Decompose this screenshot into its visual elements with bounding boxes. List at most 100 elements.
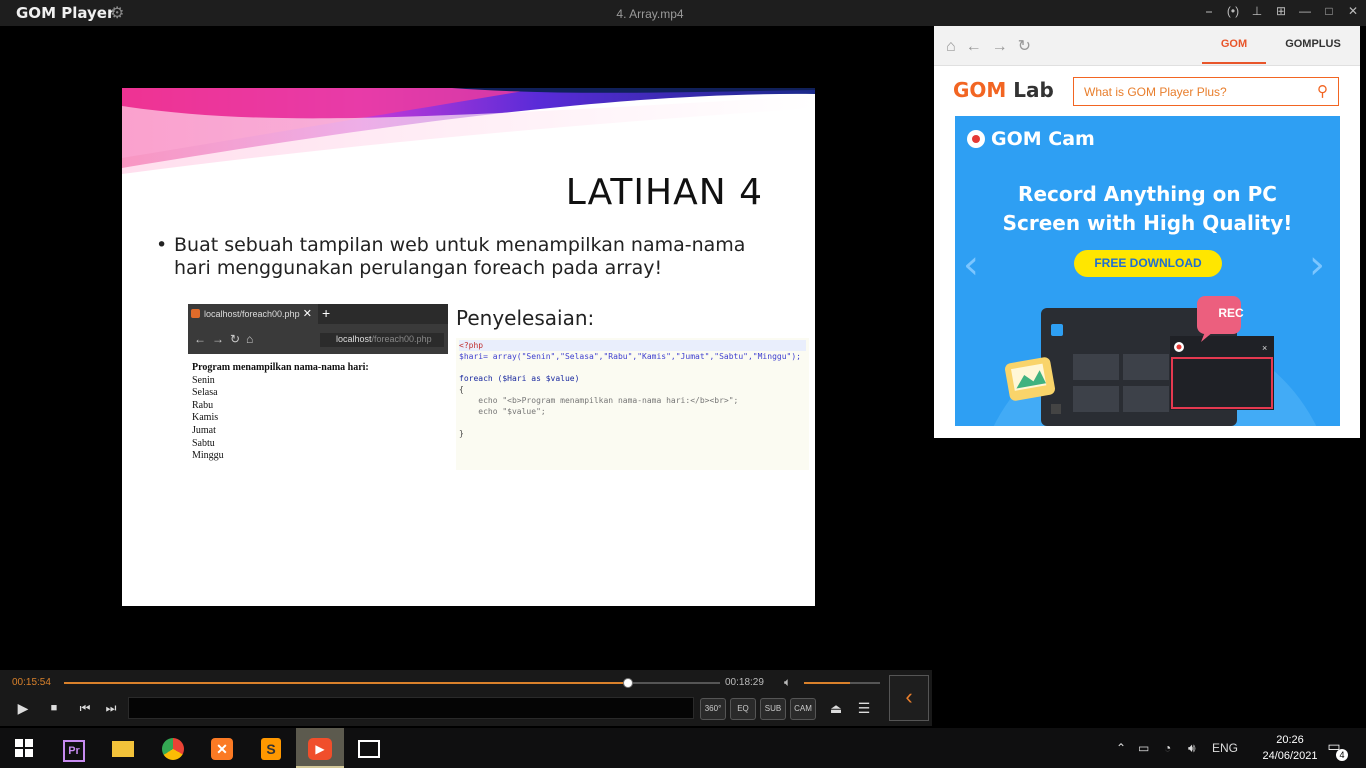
- browser-tab-label: localhost/foreach00.php: [204, 309, 300, 319]
- bullet-dot: •: [156, 234, 168, 256]
- banner-headline: Record Anything on PC Screen with High Q…: [1002, 182, 1293, 235]
- solution-label: Penyelesaian:: [456, 306, 595, 330]
- output-day: Rabu: [192, 399, 214, 411]
- menu-button[interactable]: ☰: [854, 700, 874, 717]
- maximize-button[interactable]: □: [1322, 4, 1336, 19]
- code-line: echo "<b>Program menampilkan nama-nama h…: [459, 396, 739, 405]
- wifi-icon[interactable]: ◔: [1164, 741, 1171, 755]
- record-icon: [967, 130, 985, 148]
- volume-slider[interactable]: [804, 682, 880, 684]
- new-tab-icon: +: [322, 305, 331, 321]
- svg-text:×: ×: [1262, 343, 1267, 353]
- settings-gear-icon[interactable]: ⚙: [110, 3, 124, 23]
- equalizer-button[interactable]: EQ: [730, 698, 756, 720]
- gomcam-banner[interactable]: × REC GOM Cam Record Anything on PC Scre…: [955, 116, 1340, 426]
- browser-output: Program menampilkan nama-nama hari: Seni…: [192, 362, 369, 463]
- taskbar-chrome-icon[interactable]: [157, 732, 189, 764]
- broadcast-icon[interactable]: (•): [1226, 4, 1240, 19]
- slide-bullet: • Buat sebuah tampilan web untuk menampi…: [156, 234, 774, 280]
- subtitle-button[interactable]: SUB: [760, 698, 786, 720]
- tab-close-icon: ✕: [302, 308, 312, 320]
- slide-title: LATIHAN 4: [565, 172, 763, 213]
- taskbar-file-explorer-icon[interactable]: [107, 732, 139, 764]
- free-download-button[interactable]: FREE DOWNLOAD: [1074, 250, 1222, 277]
- taskbar-photos-icon[interactable]: [353, 732, 385, 764]
- code-line: echo "$value";: [459, 407, 546, 416]
- speaker-icon[interactable]: 🔊︎: [1188, 741, 1196, 756]
- language-indicator[interactable]: ENG: [1212, 741, 1238, 755]
- app-logo[interactable]: GOM Player: [16, 4, 114, 22]
- desktop: GOM Player ⚙ 4. Array.mp4 ⎯ (•) ⊥ ⊞ — □ …: [0, 0, 1366, 768]
- side-panel-nav: ⌂←→↻ GOM GOMPLUS: [934, 26, 1360, 66]
- seek-bar-fill: [64, 682, 629, 684]
- panel-toggle-button[interactable]: ‹: [889, 675, 929, 721]
- seek-bar[interactable]: [64, 678, 720, 688]
- browser-nav-icons: ←→↻⌂: [194, 332, 260, 346]
- vr360-button[interactable]: 360°: [700, 698, 726, 720]
- slide-decoration: [122, 88, 815, 174]
- tab-gomplus[interactable]: GOMPLUS: [1278, 38, 1348, 50]
- banner-prev-arrow-icon[interactable]: ‹: [963, 242, 979, 288]
- browser-nav-icons[interactable]: ⌂←→↻: [946, 36, 1041, 56]
- browser-screenshot: localhost/foreach00.php ✕ + ←→↻⌂ localho…: [188, 304, 448, 354]
- eject-button[interactable]: ⏏: [826, 701, 846, 717]
- video-frame-slide: LATIHAN 4 • Buat sebuah tampilan web unt…: [122, 88, 815, 606]
- browser-tab: localhost/foreach00.php ✕: [188, 304, 318, 324]
- system-clock[interactable]: 20:26 24/06/2021: [1258, 732, 1322, 764]
- taskbar-sublime-icon[interactable]: S: [255, 732, 287, 764]
- minimize-button[interactable]: —: [1298, 4, 1312, 19]
- search-input[interactable]: What is GOM Player Plus? ⚲: [1073, 77, 1339, 106]
- taskbar-premiere-icon[interactable]: Pr: [58, 732, 90, 764]
- favicon-icon: [191, 309, 200, 318]
- output-day: Sabtu: [192, 437, 215, 449]
- total-time: 00:18:29: [725, 677, 764, 688]
- code-block: <?php $hari= array("Senin","Selasa","Rab…: [456, 338, 809, 470]
- start-button[interactable]: [8, 732, 40, 764]
- title-bar[interactable]: GOM Player ⚙ 4. Array.mp4 ⎯ (•) ⊥ ⊞ — □ …: [0, 0, 1366, 26]
- output-day: Senin: [192, 374, 215, 386]
- code-line: foreach ($Hari as $value): [459, 374, 580, 383]
- stop-button[interactable]: ■: [44, 702, 64, 714]
- taskbar-gom-player-icon[interactable]: ▶: [304, 732, 336, 764]
- next-button[interactable]: ⏭: [100, 701, 122, 716]
- gomcam-logo: GOM Cam: [967, 128, 1095, 150]
- banner-next-arrow-icon[interactable]: ›: [1309, 242, 1325, 288]
- slide-bullet-text: Buat sebuah tampilan web untuk menampilk…: [174, 234, 746, 279]
- taskbar-xampp-icon[interactable]: ✕: [206, 732, 238, 764]
- output-day: Kamis: [192, 412, 219, 424]
- mini-mode-icon[interactable]: ⎯: [1202, 4, 1216, 19]
- pin-icon[interactable]: ⊥: [1250, 4, 1264, 19]
- search-icon[interactable]: ⚲: [1317, 82, 1328, 100]
- browser-url: localhost/foreach00.php: [320, 333, 444, 347]
- rec-badge: REC: [1218, 306, 1244, 320]
- search-placeholder: What is GOM Player Plus?: [1084, 85, 1227, 99]
- clock-time: 20:26: [1276, 734, 1304, 746]
- side-panel: ⌂←→↻ GOM GOMPLUS GOM Lab What is GOM Pla…: [934, 26, 1360, 438]
- output-heading: Program menampilkan nama-nama hari:: [192, 362, 369, 373]
- window-title: 4. Array.mp4: [616, 7, 684, 21]
- output-day: Jumat: [192, 424, 216, 436]
- tray-chevron-icon[interactable]: ⌃: [1116, 741, 1126, 755]
- taskbar: [0, 728, 1366, 768]
- caption-area: [128, 697, 694, 719]
- close-button[interactable]: ✕: [1346, 4, 1360, 19]
- fullscreen-icon[interactable]: ⊞: [1274, 4, 1288, 19]
- clock-date: 24/06/2021: [1262, 750, 1318, 762]
- play-button[interactable]: ▶: [12, 700, 34, 717]
- battery-icon[interactable]: ▭: [1138, 741, 1149, 755]
- output-day: Minggu: [192, 450, 224, 462]
- window-controls: ⎯ (•) ⊥ ⊞ — □ ✕: [1202, 4, 1360, 19]
- screenshot-button[interactable]: CAM: [790, 698, 816, 720]
- gomlab-logo[interactable]: GOM Lab: [953, 78, 1054, 102]
- code-line: <?php: [459, 340, 806, 351]
- previous-button[interactable]: ⏮: [74, 701, 96, 716]
- volume-icon[interactable]: 🔈︎: [784, 675, 791, 690]
- volume-fill: [804, 682, 850, 684]
- tab-gom[interactable]: GOM: [1202, 38, 1266, 64]
- windows-icon: [15, 739, 33, 757]
- code-line: {: [459, 385, 464, 394]
- output-day: Selasa: [192, 387, 218, 399]
- current-time: 00:15:54: [12, 677, 51, 688]
